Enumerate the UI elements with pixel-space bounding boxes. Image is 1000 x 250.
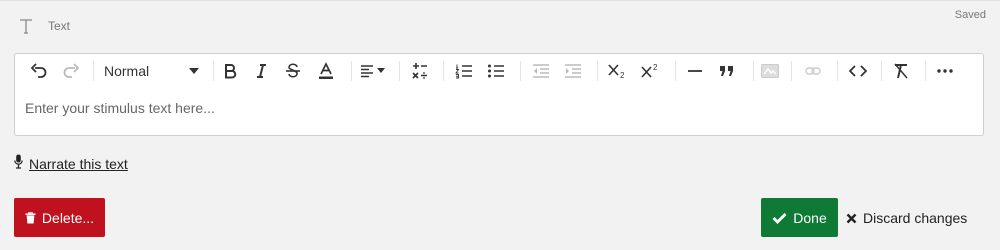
toolbar-separator: [881, 61, 882, 81]
discard-label: Discard changes: [863, 210, 968, 226]
clear-format-icon[interactable]: [889, 59, 913, 83]
delete-label: Delete...: [41, 209, 95, 226]
discard-changes-button[interactable]: Discard changes: [846, 207, 967, 229]
toolbar-separator: [925, 61, 926, 81]
svg-text:2: 2: [620, 71, 625, 79]
block-header: Text: [17, 16, 70, 36]
bullet-list-icon[interactable]: [484, 59, 508, 83]
redo-icon[interactable]: [59, 59, 83, 83]
editor-toolbar: Normal 2 2: [15, 54, 983, 88]
image-icon[interactable]: [759, 59, 781, 83]
outdent-icon[interactable]: [529, 59, 553, 83]
rich-text-editor: Normal 2 2 Enter your stimulus text here…: [14, 53, 984, 136]
strikethrough-icon[interactable]: [283, 59, 303, 83]
subscript-icon[interactable]: 2: [605, 59, 631, 83]
superscript-icon[interactable]: 2: [638, 59, 664, 83]
save-status: Saved: [954, 9, 986, 21]
toolbar-separator: [675, 61, 676, 81]
toolbar-separator: [213, 61, 214, 81]
microphone-icon: [14, 154, 23, 174]
toolbar-separator: [399, 61, 400, 81]
link-icon[interactable]: [802, 59, 824, 83]
svg-text:2: 2: [653, 63, 658, 72]
delete-button[interactable]: Delete...: [14, 198, 105, 237]
trash-icon: [25, 211, 36, 224]
text-type-icon: [17, 17, 35, 35]
format-select-value: Normal: [104, 63, 150, 79]
ordered-list-icon[interactable]: [452, 59, 476, 83]
toolbar-separator: [351, 61, 352, 81]
toolbar-separator: [791, 61, 792, 81]
toolbar-separator: [753, 61, 754, 81]
undo-icon[interactable]: [27, 59, 51, 83]
block-type-label: Text: [48, 19, 71, 33]
text-color-icon[interactable]: [315, 59, 337, 83]
chevron-down-icon: [189, 68, 199, 74]
narrate-link[interactable]: Narrate this text: [14, 154, 128, 174]
done-button[interactable]: Done: [761, 198, 838, 237]
toolbar-separator: [520, 61, 521, 81]
close-icon: [846, 213, 857, 224]
blockquote-icon[interactable]: [715, 59, 739, 83]
toolbar-separator: [597, 61, 598, 81]
italic-icon[interactable]: [251, 59, 271, 83]
narrate-label: Narrate this text: [29, 156, 128, 172]
bold-icon[interactable]: [220, 59, 240, 83]
toolbar-separator: [443, 61, 444, 81]
code-icon[interactable]: [846, 59, 870, 83]
horizontal-rule-icon[interactable]: [683, 59, 707, 83]
toolbar-separator: [837, 61, 838, 81]
align-icon[interactable]: [359, 59, 389, 83]
check-icon: [772, 212, 787, 224]
top-divider: [0, 0, 1000, 1]
indent-icon[interactable]: [561, 59, 585, 83]
formula-icon[interactable]: [408, 59, 432, 83]
more-icon[interactable]: [933, 59, 957, 83]
done-label: Done: [793, 209, 827, 226]
toolbar-separator: [93, 61, 94, 81]
stimulus-text-input[interactable]: Enter your stimulus text here...: [15, 88, 983, 135]
format-select[interactable]: Normal: [97, 59, 207, 83]
